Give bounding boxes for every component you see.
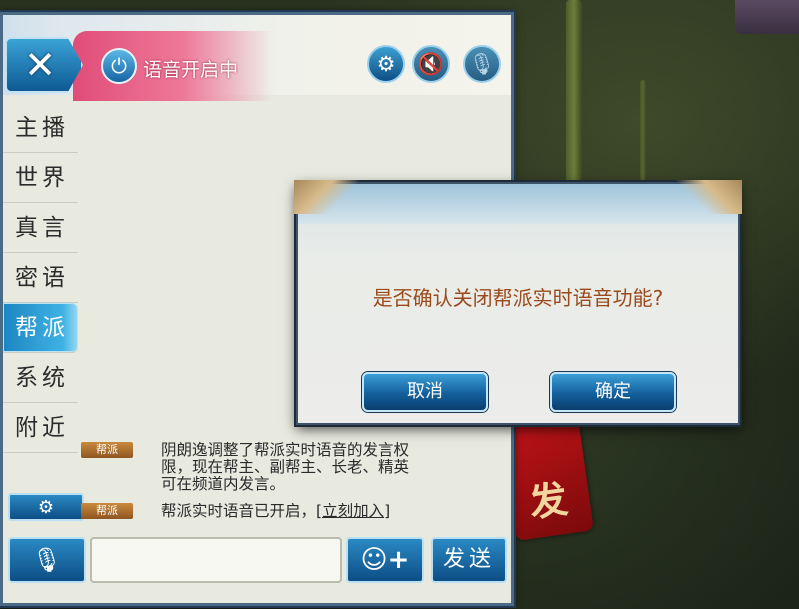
sidebar-item-system[interactable]: 系统 [3,353,78,403]
dialog-message: 是否确认关闭帮派实时语音功能? [372,286,664,310]
voice-input-button[interactable]: 🎙 [8,537,86,583]
emoji-button[interactable]: ☺+ [346,537,424,583]
sidebar-item-world[interactable]: 世界 [3,153,78,203]
sidebar-item-guild[interactable]: 帮派 [3,303,78,353]
gear-icon: ⚙ [37,496,55,518]
sidebar-item-truth[interactable]: 真言 [3,203,78,253]
speaker-mute-icon[interactable]: 🔇 [412,45,450,83]
background-red-sign: 发 [500,413,594,541]
list-item: 帮派 帮派实时语音已开启，[立刻加入] [81,503,481,520]
sidebar-item-nearby[interactable]: 附近 [3,403,78,453]
emoji-icon: ☺+ [360,545,410,575]
sidebar-item-anchor[interactable]: 主播 [3,103,78,153]
chat-settings-button[interactable]: ⚙ [8,493,84,521]
cancel-button[interactable]: 取消 [362,372,488,412]
sidebar-item-whisper[interactable]: 密语 [3,253,78,303]
background-railing [735,0,799,34]
gear-icon[interactable]: ⚙ [367,45,405,83]
message-text: 帮派实时语音已开启，[立刻加入] [161,503,481,520]
message-line: 阴朗逸调整了帮派实时语音的发言权 [161,441,410,459]
chat-input[interactable] [90,537,342,583]
close-button[interactable]: ✕ [5,37,83,93]
power-icon[interactable]: ⏻ [101,48,137,84]
sign-text: 发 [526,475,571,526]
channel-badge: 帮派 [81,503,133,519]
microphone-icon: 🎙 [31,546,63,574]
corner-ornament-icon [664,180,742,214]
close-icon: ✕ [24,43,56,87]
send-button[interactable]: 发送 [431,537,507,583]
message-text: 阴朗逸调整了帮派实时语音的发言权 限，现在帮主、副帮主、长老、精英 可在频道内发… [161,442,481,493]
channel-badge: 帮派 [81,442,133,458]
join-voice-link[interactable]: [立刻加入] [316,502,390,520]
list-item: 帮派 阴朗逸调整了帮派实时语音的发言权 限，现在帮主、副帮主、长老、精英 可在频… [81,442,481,493]
voice-status-label: 语音开启中 [143,59,239,81]
message-line: 可在频道内发言。 [161,475,286,493]
corner-ornament-icon [294,180,372,214]
confirm-dialog: 是否确认关闭帮派实时语音功能? 取消 确定 [294,180,742,425]
bamboo-stalk [640,80,646,190]
message-line: 帮派实时语音已开启， [161,502,317,520]
bamboo-stalk [566,0,582,190]
microphone-mute-icon[interactable]: 🎙 [463,45,501,83]
confirm-button[interactable]: 确定 [550,372,676,412]
channel-sidebar: 主播 世界 真言 密语 帮派 系统 附近 [3,103,78,453]
message-line: 限，现在帮主、副帮主、长老、精英 [161,458,410,476]
